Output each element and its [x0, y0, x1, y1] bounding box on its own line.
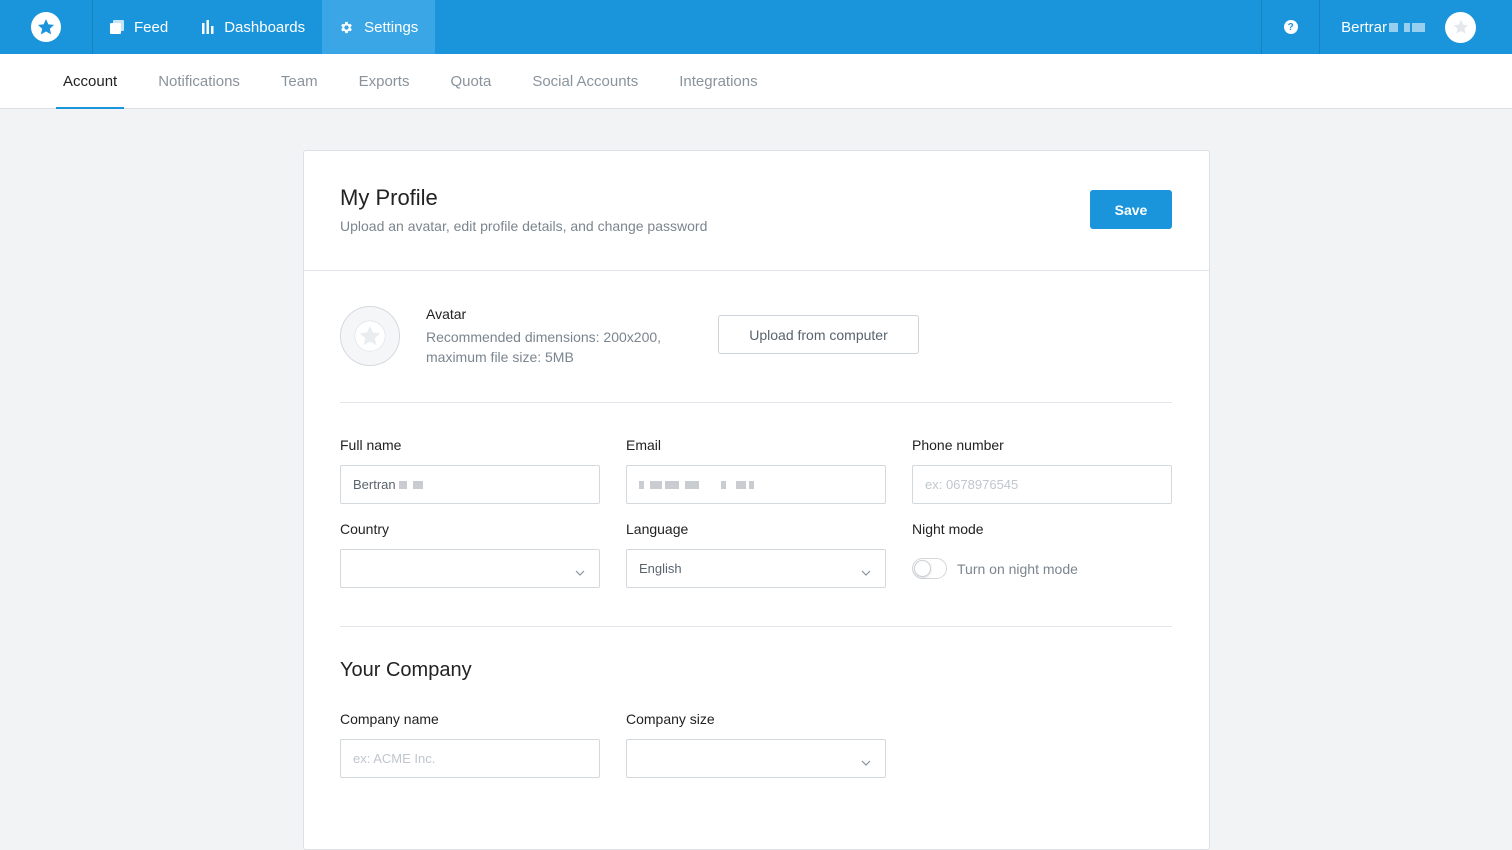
phone-group: Phone number ex: 0678976545 — [912, 437, 1172, 504]
star-logo-icon[interactable] — [31, 12, 61, 42]
company-name-label: Company name — [340, 711, 439, 727]
chevron-down-icon — [861, 754, 871, 769]
language-label: Language — [626, 521, 689, 537]
company-size-select[interactable] — [626, 739, 886, 778]
email-field[interactable] — [626, 465, 886, 504]
full-name-label: Full name — [340, 437, 402, 453]
user-name-text: Bertrar — [1341, 18, 1387, 36]
company-name-group: Company name ex: ACME Inc. — [340, 711, 600, 778]
redacted-text — [639, 480, 644, 489]
language-value: English — [639, 561, 682, 576]
chevron-down-icon — [861, 564, 871, 579]
page-title: My Profile — [340, 185, 438, 210]
redacted-text — [1412, 23, 1425, 33]
language-group: Language English — [626, 521, 886, 588]
tab-exports[interactable]: Exports — [352, 54, 417, 108]
full-name-value: Bertran — [353, 477, 396, 492]
company-section-title: Your Company — [340, 659, 472, 681]
phone-number-field[interactable]: ex: 0678976545 — [912, 465, 1172, 504]
night-mode-toggle[interactable] — [912, 558, 947, 579]
help-icon: ? — [1283, 20, 1298, 34]
page-subtitle: Upload an avatar, edit profile details, … — [340, 218, 708, 234]
redacted-text — [1389, 23, 1398, 33]
country-group: Country — [340, 521, 600, 588]
night-mode-group: Night mode Turn on night mode — [912, 521, 1172, 588]
top-navbar: Feed Dashboards Settings ? Bertrar — [0, 0, 1512, 54]
toggle-knob — [914, 560, 931, 577]
profile-card: My Profile Upload an avatar, edit profil… — [303, 150, 1210, 850]
language-select[interactable]: English — [626, 549, 886, 588]
redacted-text — [665, 480, 679, 489]
nav-dashboards-label: Dashboards — [224, 18, 306, 36]
nav-feed-label: Feed — [134, 18, 169, 36]
phone-label: Phone number — [912, 437, 1004, 453]
redacted-text — [736, 480, 746, 489]
tab-integrations[interactable]: Integrations — [672, 54, 764, 108]
avatar-section: Avatar Recommended dimensions: 200x200, … — [340, 306, 1172, 403]
full-name-field[interactable]: Bertran — [340, 465, 600, 504]
redacted-text — [685, 480, 699, 489]
nav-settings-label: Settings — [364, 18, 419, 36]
email-group: Email — [626, 437, 886, 504]
country-label: Country — [340, 521, 390, 537]
redacted-text — [412, 480, 423, 489]
chevron-down-icon[interactable] — [1466, 18, 1476, 36]
country-select[interactable] — [340, 549, 600, 588]
night-mode-row: Turn on night mode — [912, 549, 1172, 588]
upload-from-computer-button[interactable]: Upload from computer — [718, 315, 919, 354]
nav-dashboards[interactable]: Dashboards — [185, 0, 322, 54]
email-label: Email — [626, 437, 662, 453]
logo-cell[interactable] — [0, 0, 93, 54]
gear-icon — [339, 20, 354, 35]
bar-chart-icon — [202, 20, 214, 34]
nav-feed[interactable]: Feed — [93, 0, 185, 54]
tab-social-accounts[interactable]: Social Accounts — [525, 54, 645, 108]
redacted-text — [1404, 23, 1410, 33]
company-name-field[interactable]: ex: ACME Inc. — [340, 739, 600, 778]
settings-tabs: Account Notifications Team Exports Quota… — [0, 54, 1512, 109]
night-mode-toggle-label: Turn on night mode — [957, 560, 1078, 577]
save-button[interactable]: Save — [1090, 190, 1172, 229]
section-divider — [340, 626, 1172, 627]
user-menu[interactable]: Bertrar — [1320, 0, 1512, 54]
full-name-group: Full name Bertran — [340, 437, 600, 504]
avatar-title: Avatar — [426, 306, 467, 322]
redacted-text — [749, 480, 754, 489]
avatar-description: Recommended dimensions: 200x200, maximum… — [426, 329, 662, 365]
company-size-group: Company size — [626, 711, 886, 778]
company-size-label: Company size — [626, 711, 715, 727]
feed-icon — [110, 20, 124, 34]
tab-team[interactable]: Team — [274, 54, 325, 108]
help-button[interactable]: ? — [1261, 0, 1321, 54]
profile-header: My Profile Upload an avatar, edit profil… — [304, 151, 1209, 271]
redacted-text — [721, 480, 726, 489]
tab-account[interactable]: Account — [56, 54, 125, 109]
tab-quota[interactable]: Quota — [443, 54, 498, 108]
top-right-area: ? Bertrar — [1261, 0, 1512, 54]
nav-settings[interactable]: Settings — [322, 0, 436, 54]
user-name: Bertrar — [1341, 19, 1425, 36]
avatar-placeholder[interactable] — [340, 306, 400, 366]
redacted-text — [398, 480, 407, 489]
night-mode-label: Night mode — [912, 521, 984, 537]
redacted-text — [650, 480, 662, 489]
chevron-down-icon — [575, 564, 585, 579]
tab-notifications[interactable]: Notifications — [151, 54, 247, 108]
